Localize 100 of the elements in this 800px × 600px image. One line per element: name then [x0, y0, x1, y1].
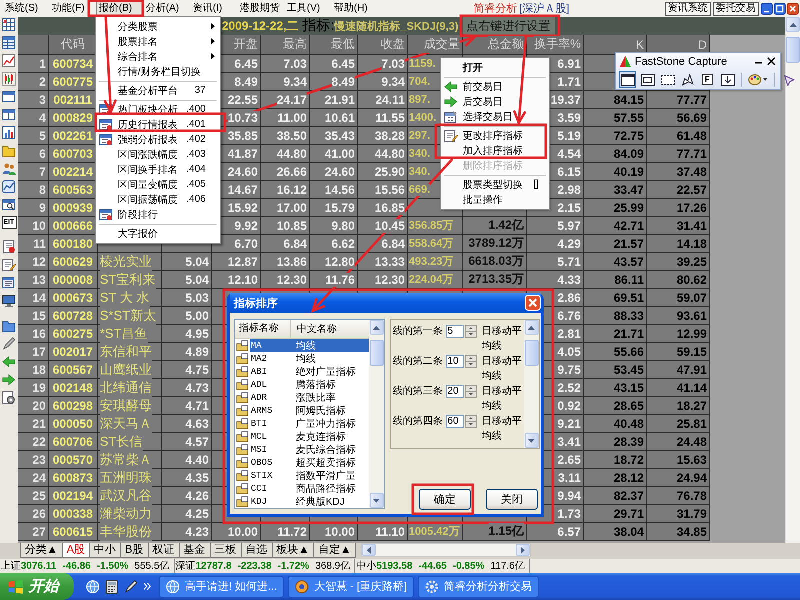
list-item[interactable]: MSI 麦氏综合指标 — [250, 443, 369, 456]
column-header[interactable]: 中文名称 — [291, 322, 337, 336]
menu-item[interactable]: 更改排序指标 — [441, 128, 549, 143]
column-header[interactable]: 总金额 — [488, 36, 524, 53]
tab[interactable]: 板块▲ — [272, 543, 314, 558]
tool-button[interactable] — [619, 71, 636, 88]
tool-button[interactable] — [639, 71, 656, 88]
column-header[interactable]: 最低 — [331, 36, 355, 53]
scrollbar[interactable] — [785, 17, 800, 543]
list-item[interactable]: STIX 指数平滑广量 — [250, 469, 369, 482]
menu-item[interactable]: 行情/财务栏目切换 — [96, 64, 220, 79]
window-icon[interactable] — [2, 90, 16, 104]
scrollbar[interactable] — [524, 320, 539, 448]
grid-icon[interactable] — [2, 18, 16, 32]
menu-item[interactable]: 打开 — [441, 60, 549, 75]
menu-item[interactable]: 综合排名 — [96, 49, 220, 64]
scroll-thumb[interactable] — [786, 37, 800, 63]
number-field[interactable]: 60 — [446, 415, 464, 428]
minimize-button[interactable] — [761, 2, 773, 14]
menu-item[interactable]: 基金分析平台 37 — [96, 83, 220, 98]
spin-button[interactable] — [465, 385, 478, 398]
header-button[interactable]: 委托交易 — [713, 2, 759, 16]
menu-item[interactable]: 强弱分析报表 .402 — [96, 132, 220, 147]
taskbar-button[interactable]: 简睿分析分析交易 — [418, 576, 540, 598]
menu-item[interactable]: 加入排序指标 — [441, 143, 549, 158]
tool-button[interactable]: F — [699, 71, 716, 88]
header-button[interactable]: 资讯系统 — [665, 2, 711, 16]
column-header[interactable]: D — [698, 38, 707, 52]
scroll-left-button[interactable] — [362, 544, 376, 556]
tool-button[interactable] — [679, 71, 696, 88]
bar-chart-icon[interactable] — [2, 126, 16, 140]
scroll-up-button[interactable] — [370, 320, 384, 335]
menu-item[interactable]: 区间量变幅度 .405 — [96, 177, 220, 192]
menu-item[interactable]: 大字报价 — [96, 226, 220, 241]
arrow-left-icon[interactable] — [2, 355, 16, 369]
maximize-button[interactable] — [774, 2, 786, 14]
line-chart-icon[interactable] — [2, 54, 16, 68]
column-header[interactable]: 代码 — [61, 36, 85, 53]
list-item[interactable]: ABI 绝对广量指标 — [250, 365, 369, 378]
list-item[interactable]: ADL 腾落指标 — [250, 378, 369, 391]
menu-item[interactable]: 资讯(I) — [190, 1, 237, 16]
start-button[interactable]: 开始 — [0, 573, 74, 600]
menu-item[interactable]: 区间涨跌幅度 .403 — [96, 147, 220, 162]
tab[interactable]: B股 — [120, 543, 149, 558]
menu-item[interactable]: 股票类型切换 [] — [441, 177, 549, 192]
scroll-thumb[interactable] — [524, 340, 538, 366]
menu-item[interactable]: 批量操作 — [441, 192, 549, 207]
pen-icon[interactable] — [124, 580, 138, 594]
menu-item[interactable]: 功能(F) — [49, 1, 96, 16]
column-header[interactable]: K — [636, 38, 644, 52]
tab[interactable]: 分类▲ — [20, 543, 63, 558]
menu-item[interactable]: 股票排名 — [96, 34, 220, 49]
close-button[interactable] — [767, 57, 776, 66]
tab[interactable]: 自定▲ — [313, 543, 356, 558]
line-chart-icon[interactable] — [2, 180, 16, 194]
candlestick-icon[interactable] — [2, 72, 16, 86]
dialog-button[interactable]: 确定 — [419, 489, 471, 510]
column-header[interactable]: 收盘 — [381, 36, 405, 53]
column-header[interactable]: 指标名称 — [235, 320, 291, 338]
menu-item[interactable]: 工具(V) — [284, 1, 331, 16]
scroll-up-button[interactable] — [524, 320, 538, 335]
people-icon[interactable] — [2, 162, 16, 176]
menu-item[interactable]: 选择交易日 — [441, 109, 549, 124]
scroll-down-button[interactable] — [524, 433, 538, 448]
list-item[interactable]: KDJ 经典版KDJ — [250, 495, 369, 508]
number-field[interactable]: 5 — [446, 325, 464, 338]
menu-item[interactable]: 区间振荡幅度 .406 — [96, 192, 220, 207]
menu-item[interactable]: 历史行情报表 .401 — [96, 117, 220, 132]
scroll-thumb[interactable] — [370, 340, 384, 366]
list-item[interactable]: MA 均线 — [250, 339, 369, 352]
tab[interactable]: 三板 — [210, 543, 242, 558]
menu-item[interactable]: 港股期货 — [237, 1, 284, 16]
window-search-icon[interactable] — [2, 198, 16, 212]
menu-item[interactable]: 帮助(H) — [331, 1, 378, 16]
arrow-right-icon[interactable] — [2, 373, 16, 387]
spin-button[interactable] — [465, 415, 478, 428]
spin-button[interactable] — [465, 355, 478, 368]
list-item[interactable]: CCI 商品路径指标 — [250, 482, 369, 495]
list-item[interactable]: ADR 涨跌比率 — [250, 391, 369, 404]
folder-icon[interactable] — [2, 144, 16, 158]
tab[interactable]: 基金 — [178, 543, 211, 558]
column-header[interactable]: 开盘 — [234, 36, 258, 53]
tab[interactable]: 中小 — [89, 543, 122, 558]
tab[interactable]: 自选 — [240, 543, 273, 558]
menu-item[interactable]: 分类股票 — [96, 19, 220, 34]
menu-item[interactable]: 前交易日 — [441, 79, 549, 94]
menu-item[interactable]: 区间换手排名 .404 — [96, 162, 220, 177]
tab[interactable]: A股 — [62, 543, 90, 558]
menu-item[interactable]: 后交易日 — [441, 94, 549, 109]
scroll-right-button[interactable] — [516, 544, 530, 556]
scrollbar[interactable] — [361, 543, 532, 557]
column-header[interactable]: 换手率% — [534, 36, 581, 53]
scroll-down-button[interactable] — [370, 493, 384, 508]
close-button[interactable] — [787, 2, 799, 14]
pen-icon[interactable] — [2, 337, 16, 351]
list-item[interactable]: MA2 均线 — [250, 352, 369, 365]
document-pen-icon[interactable] — [2, 258, 16, 272]
dialog-button[interactable]: 关闭 — [486, 489, 538, 510]
table-icon[interactable] — [2, 36, 16, 50]
chevron-icon[interactable] — [144, 583, 151, 590]
